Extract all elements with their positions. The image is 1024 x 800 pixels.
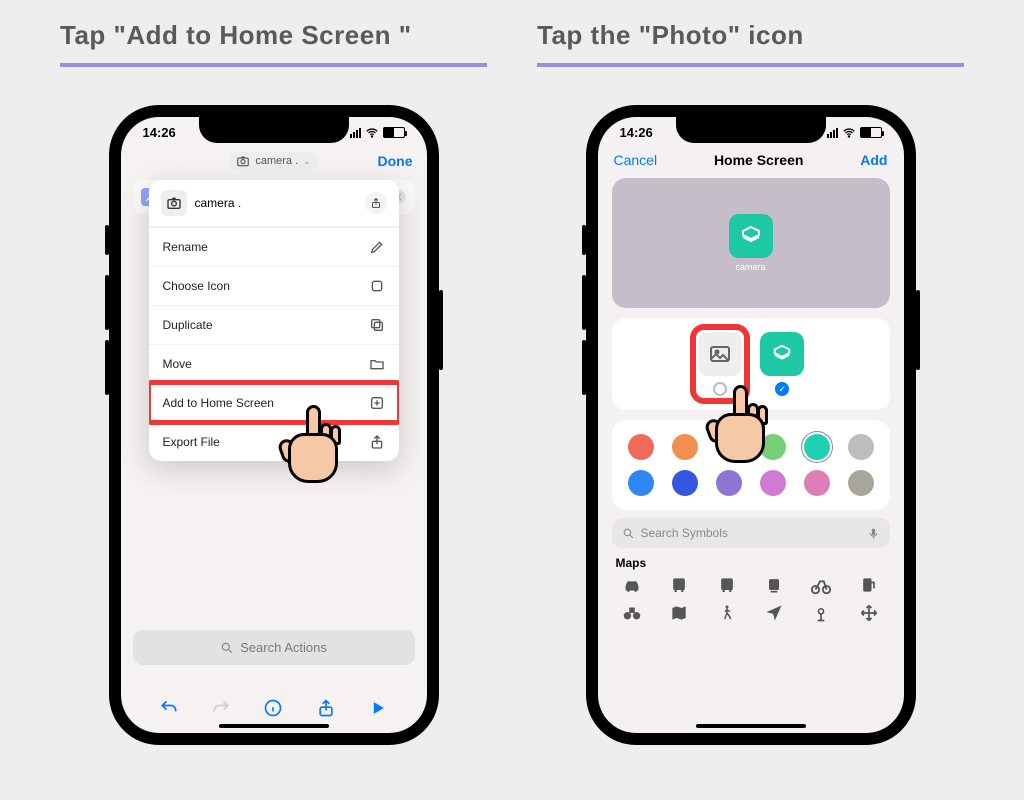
color-palette xyxy=(612,420,890,510)
step-1: Tap "Add to Home Screen " 14:26 xyxy=(60,105,487,745)
color-swatch[interactable] xyxy=(848,470,874,496)
menu-item-add-to-home-screen[interactable]: Add to Home Screen xyxy=(149,383,399,422)
color-swatch[interactable] xyxy=(716,434,742,460)
home-indicator xyxy=(696,724,806,728)
export-icon xyxy=(369,434,385,450)
color-swatch[interactable] xyxy=(804,470,830,496)
map-icon[interactable] xyxy=(666,602,692,624)
color-swatch[interactable] xyxy=(628,470,654,496)
mic-icon[interactable] xyxy=(867,527,880,540)
icon-square-icon xyxy=(369,278,385,294)
shortcut-titlebar: camera . ⌄ Done xyxy=(121,142,427,180)
menu-item-move[interactable]: Move xyxy=(149,344,399,383)
home-screen-titlebar: Cancel Home Screen Add xyxy=(598,142,904,178)
info-button[interactable] xyxy=(262,697,284,719)
home-indicator xyxy=(219,724,329,728)
signal-icon xyxy=(350,128,361,138)
photo-icon xyxy=(708,342,732,366)
camera-icon xyxy=(236,154,250,168)
camera-icon xyxy=(161,190,187,216)
cancel-button[interactable]: Cancel xyxy=(614,152,658,168)
chevron-down-icon: ⌄ xyxy=(303,156,311,167)
undo-button[interactable] xyxy=(158,697,180,719)
bicycle-icon[interactable] xyxy=(808,574,834,596)
symbol-section-label: Maps xyxy=(616,556,886,570)
walk-icon[interactable] xyxy=(714,602,740,624)
share-button[interactable] xyxy=(315,697,337,719)
menu-item-rename[interactable]: Rename xyxy=(149,227,399,266)
icon-preview: camera xyxy=(612,178,890,308)
shortcut-name-pill[interactable]: camera . ⌄ xyxy=(230,152,316,170)
context-menu: camera . Rename Choose Icon xyxy=(149,180,399,461)
wifi-icon xyxy=(842,126,856,140)
wifi-icon xyxy=(365,126,379,140)
step-1-heading: Tap "Add to Home Screen " xyxy=(60,20,412,51)
step-2: Tap the "Photo" icon 14:26 Cancel Home S… xyxy=(537,105,964,745)
play-button[interactable] xyxy=(367,697,389,719)
menu-item-duplicate[interactable]: Duplicate xyxy=(149,305,399,344)
menu-title: camera . xyxy=(195,196,357,210)
move-icon[interactable] xyxy=(856,602,882,624)
glyph-icon xyxy=(771,343,793,365)
phone-screen: 14:26 camera . ⌄ Done xyxy=(121,117,427,733)
app-name: camera xyxy=(735,262,765,272)
share-icon[interactable] xyxy=(365,192,387,214)
divider xyxy=(537,63,964,67)
color-swatch[interactable] xyxy=(628,434,654,460)
color-swatch[interactable] xyxy=(672,470,698,496)
redo-button[interactable] xyxy=(210,697,232,719)
color-swatch[interactable] xyxy=(760,470,786,496)
battery-icon xyxy=(383,127,405,138)
step-2-heading: Tap the "Photo" icon xyxy=(537,20,804,51)
photo-option[interactable] xyxy=(698,332,742,396)
color-swatch[interactable] xyxy=(848,434,874,460)
pencil-icon xyxy=(369,239,385,255)
divider xyxy=(60,63,487,67)
search-icon xyxy=(220,641,234,655)
symbol-grid xyxy=(612,574,890,624)
done-button[interactable]: Done xyxy=(378,153,413,169)
phone-screen: 14:26 Cancel Home Screen Add xyxy=(598,117,904,733)
page-title: Home Screen xyxy=(714,152,803,168)
glyph-option[interactable] xyxy=(760,332,804,396)
battery-icon xyxy=(860,127,882,138)
phone-frame: 14:26 Cancel Home Screen Add xyxy=(586,105,916,745)
bus-icon[interactable] xyxy=(714,574,740,596)
binoculars-icon[interactable] xyxy=(619,602,645,624)
add-button[interactable]: Add xyxy=(860,152,887,168)
duplicate-icon xyxy=(369,317,385,333)
toolbar xyxy=(121,697,427,719)
search-actions[interactable]: Search Actions xyxy=(133,630,415,665)
clock: 14:26 xyxy=(620,125,653,140)
bus-icon[interactable] xyxy=(666,574,692,596)
tram-icon[interactable] xyxy=(761,574,787,596)
signal-icon xyxy=(827,128,838,138)
folder-icon xyxy=(369,356,385,372)
pin-icon[interactable] xyxy=(808,602,834,624)
clock: 14:26 xyxy=(143,125,176,140)
app-icon-preview xyxy=(729,214,773,258)
menu-item-choose-icon[interactable]: Choose Icon xyxy=(149,266,399,305)
car-icon[interactable] xyxy=(619,574,645,596)
search-symbols[interactable]: Search Symbols xyxy=(612,518,890,548)
navigate-icon[interactable] xyxy=(761,602,787,624)
phone-frame: 14:26 camera . ⌄ Done xyxy=(109,105,439,745)
color-swatch[interactable] xyxy=(716,470,742,496)
plus-square-icon xyxy=(369,395,385,411)
icon-source-picker xyxy=(612,318,890,410)
color-swatch-selected[interactable] xyxy=(804,434,830,460)
menu-item-export-file[interactable]: Export File xyxy=(149,422,399,461)
fuel-icon[interactable] xyxy=(856,574,882,596)
color-swatch[interactable] xyxy=(672,434,698,460)
color-swatch[interactable] xyxy=(760,434,786,460)
search-icon xyxy=(622,527,635,540)
